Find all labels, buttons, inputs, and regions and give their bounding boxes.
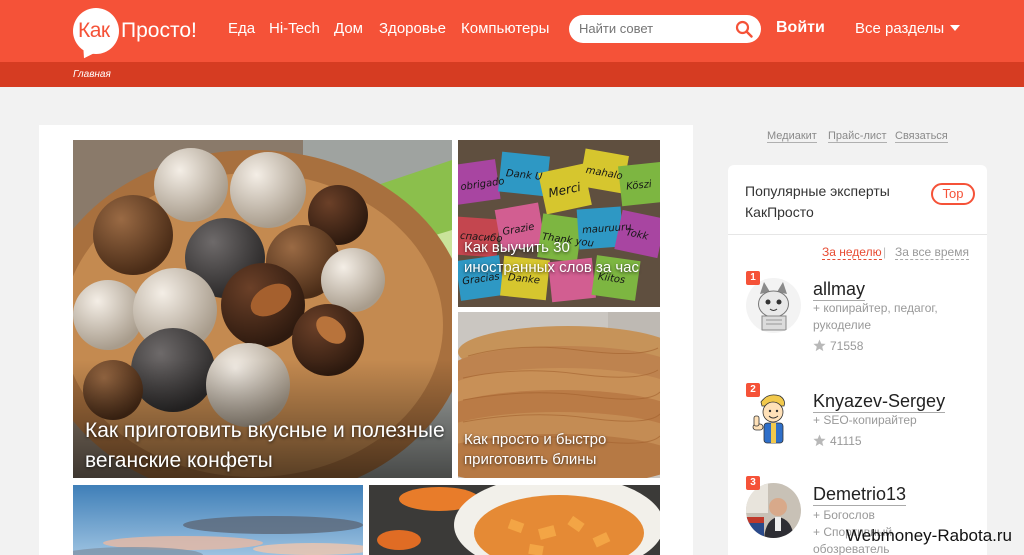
period-week-tab[interactable]: За неделю: [822, 245, 882, 260]
nav-item-computers[interactable]: Компьютеры: [461, 20, 549, 37]
login-button[interactable]: Войти: [776, 19, 825, 37]
nav-item-food[interactable]: Еда: [228, 20, 255, 37]
all-sections-dropdown[interactable]: Все разделы: [855, 20, 961, 37]
article-title-foreign-words[interactable]: Как выучить 30 иностранных слов за час: [464, 238, 654, 278]
search-icon[interactable]: [735, 20, 753, 38]
logo-prefix: Как: [78, 19, 110, 42]
search-box: [569, 15, 761, 43]
article-tile-foreign-words[interactable]: obrigado Dank U Merci mahalo Köszi спаси…: [458, 140, 660, 307]
breadcrumb-bar: [0, 62, 1024, 87]
logo-suffix: Просто!: [121, 19, 197, 42]
expert-tags: + копирайтер, педагог, рукоделие: [813, 301, 938, 332]
expert-name[interactable]: Demetrio13: [813, 483, 907, 506]
watermark-text: Webmoney-Rabota.ru: [846, 526, 1012, 545]
chevron-down-icon: [950, 25, 961, 31]
nav-item-health[interactable]: Здоровье: [379, 20, 446, 37]
expert-score: 71558: [813, 339, 863, 353]
person-avatar-icon: [746, 483, 801, 538]
breadcrumb-home[interactable]: Главная: [73, 69, 111, 80]
avatar[interactable]: [746, 278, 801, 333]
avatar[interactable]: [746, 483, 801, 538]
article-tile-vegan-candies[interactable]: Как приготовить вкусные и полезные веган…: [73, 140, 452, 478]
featured-articles: Как приготовить вкусные и полезные веган…: [39, 125, 693, 555]
experts-title: Популярные эксперты КакПросто: [745, 183, 890, 220]
contact-link[interactable]: Связаться: [895, 130, 948, 143]
article-tile-sky[interactable]: [73, 485, 363, 555]
period-all-time-tab[interactable]: За все время: [895, 245, 969, 260]
all-sections-label: Все разделы: [855, 20, 945, 37]
vaultboy-avatar-icon: [746, 390, 801, 445]
food-image: [369, 485, 660, 555]
sticky-notes-image: obrigado Dank U Merci mahalo Köszi спаси…: [458, 140, 660, 307]
avatar[interactable]: [746, 390, 801, 445]
mediakit-link[interactable]: Медиакит: [767, 130, 817, 143]
price-list-link[interactable]: Прайс-лист: [828, 130, 887, 143]
sky-image: [73, 485, 363, 555]
rank-badge: 1: [746, 271, 760, 285]
star-icon: [813, 339, 826, 352]
expert-score-value: 71558: [830, 339, 864, 353]
article-tile-pancakes[interactable]: Как просто и быстро приготовить блины: [458, 312, 660, 478]
period-separator: |: [883, 245, 887, 259]
expert-score: 41115: [813, 434, 862, 448]
expert-tags: + SEO-копирайтер: [813, 413, 917, 427]
rank-badge: 2: [746, 383, 760, 397]
expert-name[interactable]: Knyazev-Sergey: [813, 390, 946, 413]
article-tile-food[interactable]: [369, 485, 660, 555]
popular-experts-panel: Популярные эксперты КакПросто Top За нед…: [728, 165, 987, 555]
rank-badge: 3: [746, 476, 760, 490]
article-title-pancakes[interactable]: Как просто и быстро приготовить блины: [464, 430, 654, 470]
search-input[interactable]: [579, 21, 729, 36]
top-badge[interactable]: Top: [931, 183, 975, 205]
star-icon: [813, 434, 826, 447]
article-title-vegan-candies[interactable]: Как приготовить вкусные и полезные веган…: [85, 416, 445, 476]
expert-name[interactable]: allmay: [813, 278, 866, 301]
cat-avatar-icon: [746, 278, 801, 333]
nav-item-home[interactable]: Дом: [334, 20, 363, 37]
expert-score-value: 41115: [830, 434, 862, 448]
nav-item-hitech[interactable]: Hi-Tech: [269, 20, 320, 37]
divider: [728, 234, 987, 235]
